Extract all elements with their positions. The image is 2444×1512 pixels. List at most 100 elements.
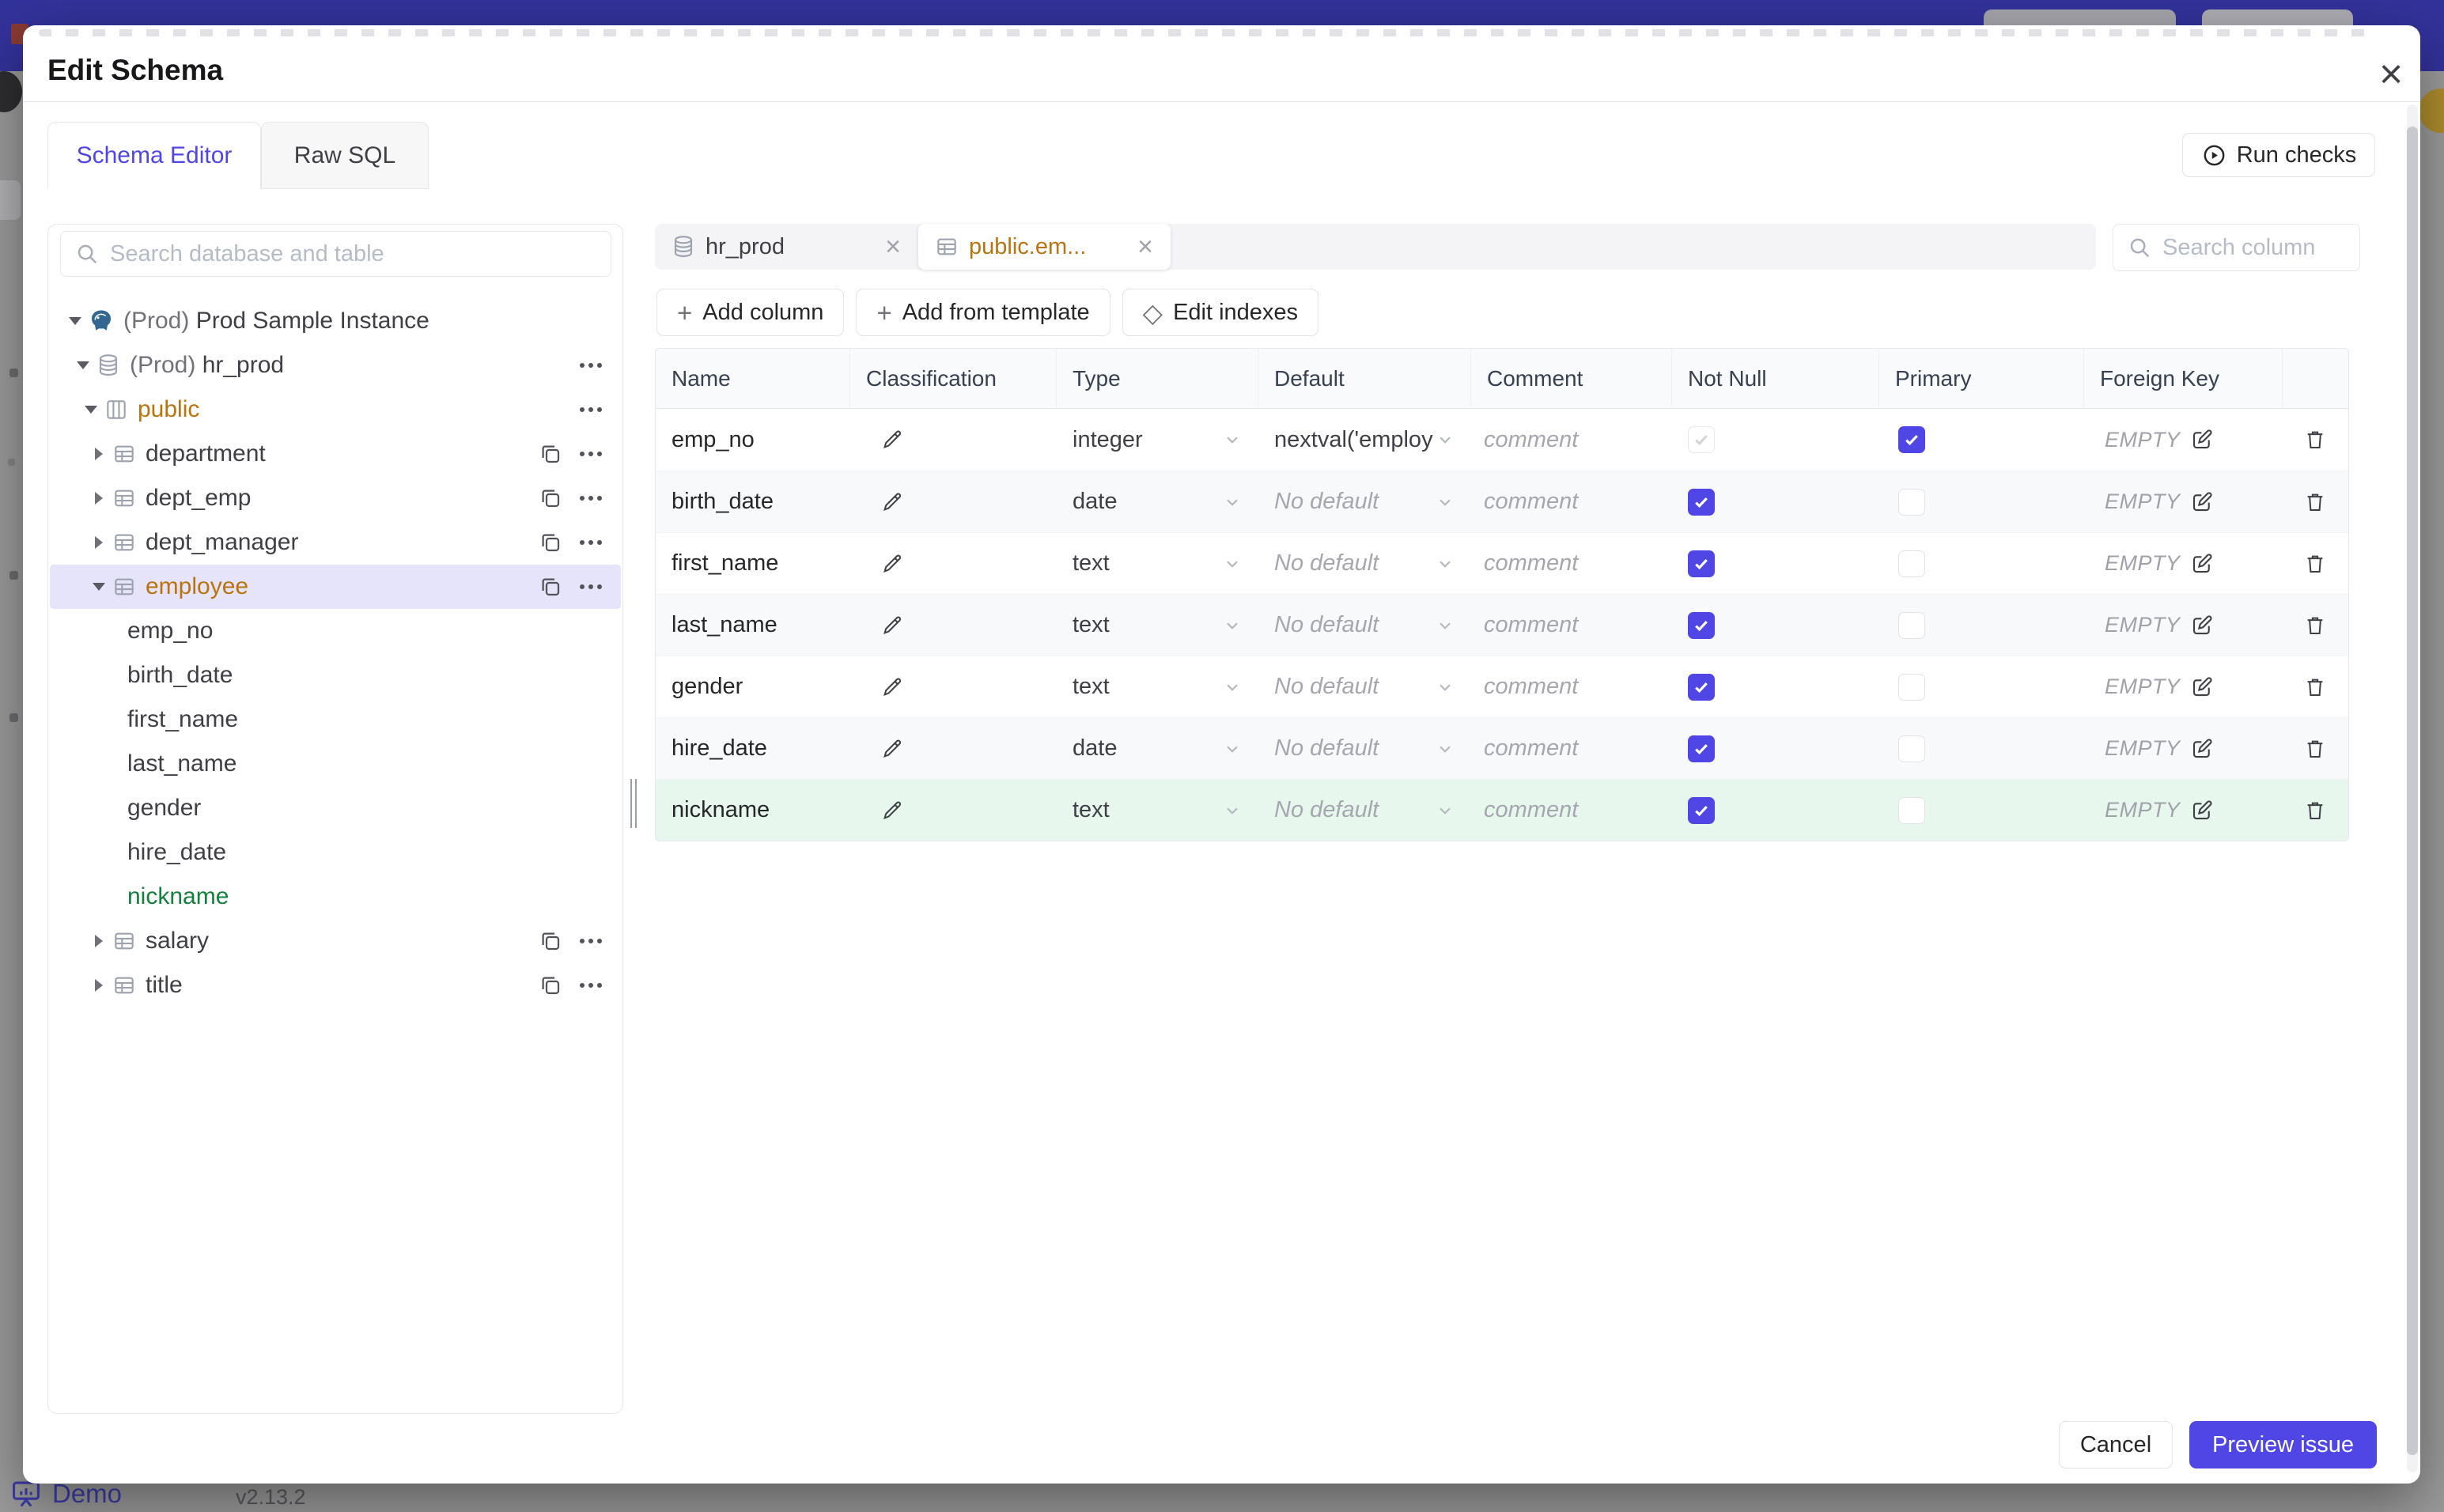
copy-icon[interactable] [539,575,562,599]
comment-input[interactable]: comment [1471,656,1672,717]
primary-checkbox[interactable] [1898,488,1925,516]
trash-icon[interactable] [2303,428,2327,452]
default-select[interactable]: No default [1258,471,1471,532]
tree-item-dept_manager[interactable]: dept_manager [50,520,621,565]
column-search-input[interactable] [2162,234,2359,261]
tree-item-last_name[interactable]: last_name [50,742,621,786]
default-select[interactable]: No default [1258,533,1471,594]
primary-checkbox[interactable] [1898,426,1925,453]
more-options-icon[interactable] [578,934,603,948]
caret-right-icon[interactable] [86,935,112,947]
more-options-icon[interactable] [578,580,603,594]
pencil-icon[interactable] [880,799,904,822]
tree-item-department[interactable]: department [50,432,621,476]
pencil-icon[interactable] [880,428,904,452]
tab-schema-editor[interactable]: Schema Editor [47,122,261,189]
trash-icon[interactable] [2303,675,2327,699]
tree-search-box[interactable] [60,231,611,277]
trash-icon[interactable] [2303,552,2327,576]
caret-down-icon[interactable] [62,317,88,325]
primary-checkbox[interactable] [1898,550,1925,577]
caret-right-icon[interactable] [86,979,112,992]
more-options-icon[interactable] [578,403,603,417]
default-select[interactable]: nextval('employ [1258,409,1471,471]
edit-foreign-key-icon[interactable] [2190,675,2214,699]
type-select[interactable]: text [1057,656,1258,717]
primary-checkbox[interactable] [1898,735,1925,762]
more-options-icon[interactable] [578,491,603,505]
edit-indexes-button[interactable]: ◇ Edit indexes [1122,289,1319,336]
panel-resize-handle[interactable] [630,779,638,828]
default-select[interactable]: No default [1258,656,1471,717]
pencil-icon[interactable] [880,552,904,576]
pencil-icon[interactable] [880,614,904,637]
edit-foreign-key-icon[interactable] [2190,552,2214,576]
tree-item-emp_no[interactable]: emp_no [50,609,621,653]
pencil-icon[interactable] [880,490,904,514]
modal-scrollbar-thumb[interactable] [2407,127,2418,1455]
more-options-icon[interactable] [578,535,603,550]
add-column-button[interactable]: + Add column [656,289,845,336]
edit-foreign-key-icon[interactable] [2190,490,2214,514]
tree-item-Prod Sample Instance[interactable]: (Prod) Prod Sample Instance [50,299,621,343]
copy-icon[interactable] [539,929,562,953]
type-select[interactable]: date [1057,471,1258,532]
pencil-icon[interactable] [880,737,904,761]
copy-icon[interactable] [539,442,562,466]
not-null-checkbox[interactable] [1688,550,1715,577]
column-name-cell[interactable]: birth_date [656,471,850,532]
tree-item-nickname[interactable]: nickname [50,875,621,919]
not-null-checkbox[interactable] [1688,673,1715,701]
trash-icon[interactable] [2303,490,2327,514]
run-checks-button[interactable]: Run checks [2182,133,2375,177]
column-name-cell[interactable]: emp_no [656,409,850,471]
tree-item-public[interactable]: public [50,387,621,432]
tree-item-gender[interactable]: gender [50,786,621,830]
trash-icon[interactable] [2303,799,2327,822]
type-select[interactable]: date [1057,718,1258,779]
edit-foreign-key-icon[interactable] [2190,737,2214,761]
default-select[interactable]: No default [1258,595,1471,656]
comment-input[interactable]: comment [1471,409,1672,471]
edit-foreign-key-icon[interactable] [2190,799,2214,822]
not-null-checkbox[interactable] [1688,488,1715,516]
cancel-button[interactable]: Cancel [2059,1421,2173,1469]
type-select[interactable]: integer [1057,409,1258,471]
tree-item-birth_date[interactable]: birth_date [50,653,621,697]
close-tab-icon[interactable]: × [1134,233,1156,260]
tree-search-input[interactable] [110,240,611,267]
caret-down-icon[interactable] [70,361,96,369]
caret-down-icon[interactable] [86,583,112,591]
tree-item-salary[interactable]: salary [50,919,621,963]
copy-icon[interactable] [539,531,562,554]
close-tab-icon[interactable]: × [882,233,904,260]
default-select[interactable]: No default [1258,718,1471,779]
close-icon[interactable]: × [2366,49,2416,100]
primary-checkbox[interactable] [1898,796,1925,824]
tree-item-hire_date[interactable]: hire_date [50,830,621,875]
type-select[interactable]: text [1057,595,1258,656]
default-select[interactable]: No default [1258,780,1471,841]
comment-input[interactable]: comment [1471,595,1672,656]
not-null-checkbox[interactable] [1688,611,1715,639]
editor-tab-public.em...[interactable]: public.em... × [918,224,1171,270]
caret-right-icon[interactable] [86,448,112,460]
column-name-cell[interactable]: last_name [656,595,850,656]
type-select[interactable]: text [1057,533,1258,594]
preview-issue-button[interactable]: Preview issue [2189,1421,2377,1469]
not-null-checkbox[interactable] [1688,426,1715,453]
copy-icon[interactable] [539,973,562,997]
column-name-cell[interactable]: nickname [656,780,850,841]
caret-down-icon[interactable] [78,406,104,414]
not-null-checkbox[interactable] [1688,796,1715,824]
comment-input[interactable]: comment [1471,471,1672,532]
column-name-cell[interactable]: first_name [656,533,850,594]
tree-item-employee[interactable]: employee [50,565,621,609]
comment-input[interactable]: comment [1471,533,1672,594]
edit-foreign-key-icon[interactable] [2190,428,2214,452]
trash-icon[interactable] [2303,614,2327,637]
copy-icon[interactable] [539,486,562,510]
tree-item-first_name[interactable]: first_name [50,697,621,742]
more-options-icon[interactable] [578,978,603,992]
tab-raw-sql[interactable]: Raw SQL [261,122,429,189]
